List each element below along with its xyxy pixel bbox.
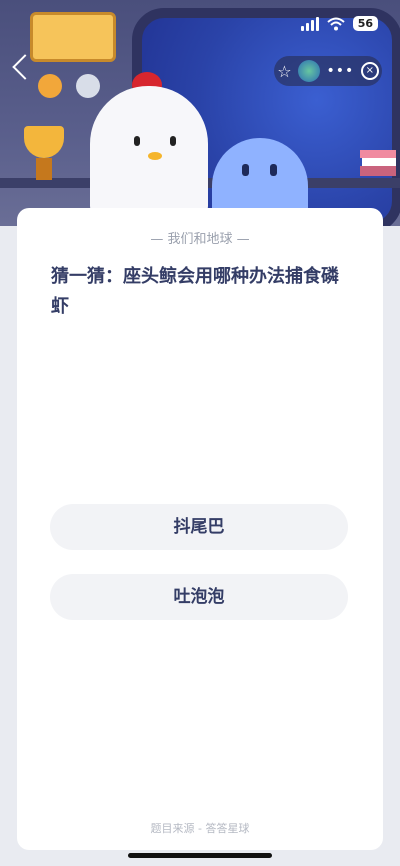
alien-eye	[270, 164, 277, 176]
trophy-base	[36, 158, 52, 180]
trophy-icon	[24, 126, 64, 158]
chicken-beak	[148, 152, 162, 160]
silver-medal-icon	[76, 74, 100, 98]
status-bar: 56	[300, 16, 378, 31]
category-tag: — 我们和地球 —	[150, 232, 250, 247]
badge-frame	[30, 12, 116, 62]
answer-option-1[interactable]: 抖尾巴	[50, 504, 348, 550]
close-icon[interactable]: ×	[360, 62, 379, 80]
more-icon[interactable]: •••	[327, 63, 355, 79]
earth-icon	[298, 60, 321, 82]
mini-program-capsule: ☆ ••• ×	[274, 56, 382, 86]
chicken-eye	[134, 136, 140, 146]
question-card: — 我们和地球 — 猜一猜：座头鲸会用哪种办法捕食磷虾 抖尾巴 吐泡泡 题目来源…	[17, 208, 383, 850]
alien-eye	[242, 164, 249, 176]
home-indicator[interactable]	[128, 853, 272, 858]
books-icon	[360, 150, 396, 176]
cellular-signal-icon	[300, 16, 319, 31]
battery-indicator: 56	[352, 16, 378, 31]
gold-medal-icon	[38, 74, 62, 98]
answer-option-2[interactable]: 吐泡泡	[50, 574, 348, 620]
question-source: 题目来源 - 答答星球	[150, 822, 250, 835]
question-text: 猜一猜：座头鲸会用哪种办法捕食磷虾	[51, 266, 339, 317]
wifi-icon	[327, 17, 345, 30]
chicken-mascot	[90, 86, 208, 226]
header-illustration: 56 ☆ ••• ×	[0, 0, 400, 226]
star-icon[interactable]: ☆	[277, 62, 291, 81]
chicken-eye	[170, 136, 176, 146]
